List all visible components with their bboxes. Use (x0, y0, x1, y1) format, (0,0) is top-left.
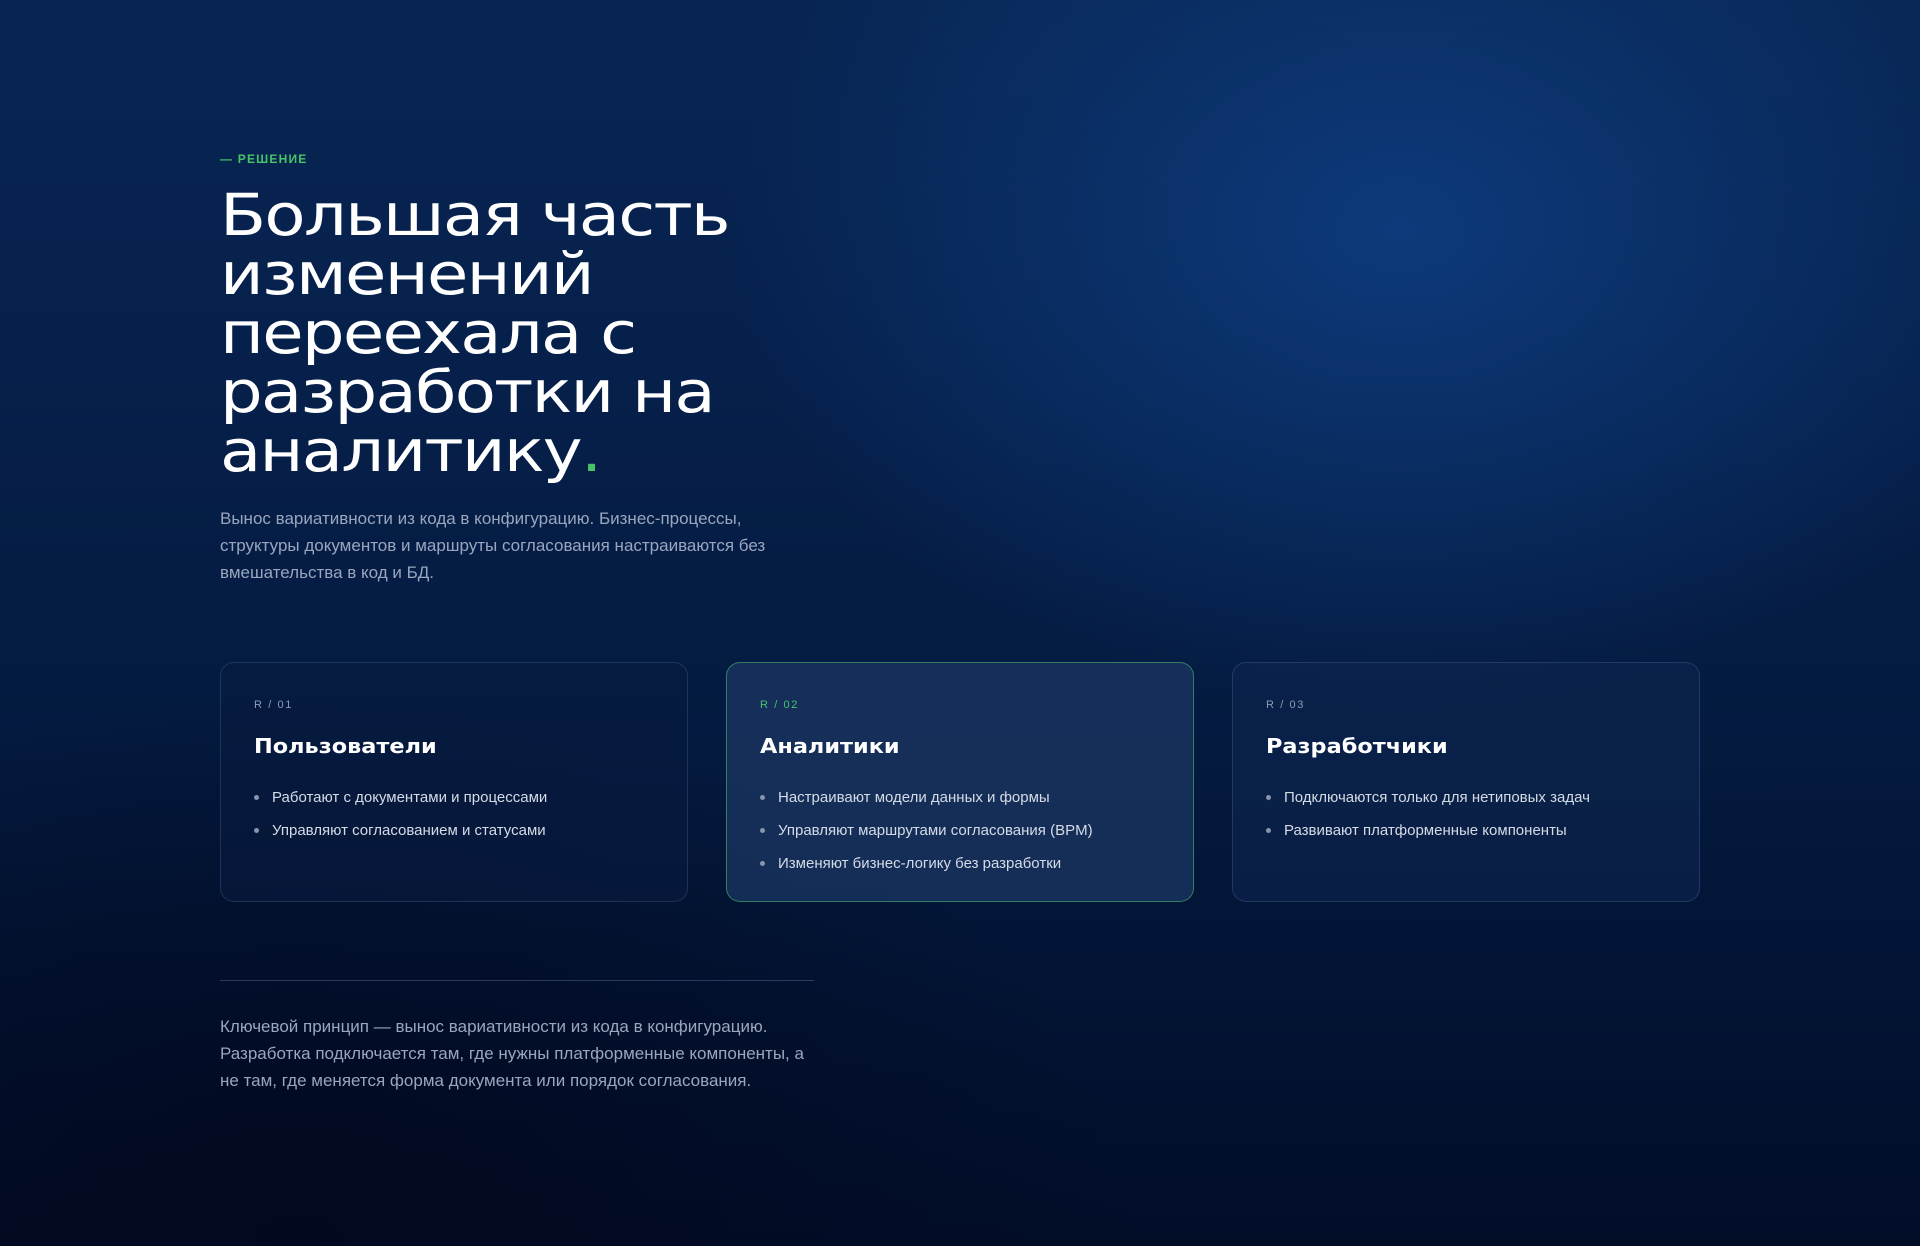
headline-line-5: аналитику (220, 417, 583, 485)
list-item: Настраивают модели данных и формы (760, 781, 1093, 814)
card-tag: R / 01 (254, 699, 293, 711)
list-item: Развивают платформенные компоненты (1266, 814, 1590, 847)
headline-line-3: переехала с (220, 299, 637, 367)
card-tag: R / 02 (760, 699, 799, 711)
role-cards: R / 01 Пользователи Работают с документа… (220, 662, 1702, 904)
card-tag: R / 03 (1266, 699, 1305, 711)
role-card-users: R / 01 Пользователи Работают с документа… (220, 662, 688, 902)
headline-accent-dot: . (580, 417, 602, 485)
headline-line-2: изменений (220, 240, 595, 308)
section-divider (220, 980, 814, 981)
role-card-analysts: R / 02 Аналитики Настраивают модели данн… (726, 662, 1194, 902)
section-eyebrow: — РЕШЕНИЕ (220, 152, 308, 166)
list-item: Управляют согласованием и статусами (254, 814, 547, 847)
list-item: Управляют маршрутами согласования (BPM) (760, 814, 1093, 847)
key-principle-note: Ключевой принцип — вынос вариативности и… (220, 1017, 804, 1090)
card-list: Настраивают модели данных и формы Управл… (760, 781, 1093, 880)
card-title: Разработчики (1266, 734, 1448, 758)
solution-section: — РЕШЕНИЕ Большая часть изменений переехал… (220, 0, 1700, 1246)
headline-line-1: Большая часть (220, 181, 731, 249)
headline-line-4: разработки на (220, 358, 716, 426)
list-item: Изменяют бизнес-логику без разработки (760, 847, 1093, 880)
section-lead: Вынос вариативности из кода в конфигурац… (220, 509, 766, 582)
card-list: Подключаются только для нетиповых задач … (1266, 781, 1590, 847)
list-item: Подключаются только для нетиповых задач (1266, 781, 1590, 814)
list-item: Работают с документами и процессами (254, 781, 547, 814)
card-title: Аналитики (760, 734, 900, 758)
page-title: Большая часть изменений переехала с разрабо… (220, 186, 1055, 481)
card-list: Работают с документами и процессами Упра… (254, 781, 547, 847)
role-card-developers: R / 03 Разработчики Подключаются только … (1232, 662, 1700, 902)
card-title: Пользователи (254, 734, 437, 758)
